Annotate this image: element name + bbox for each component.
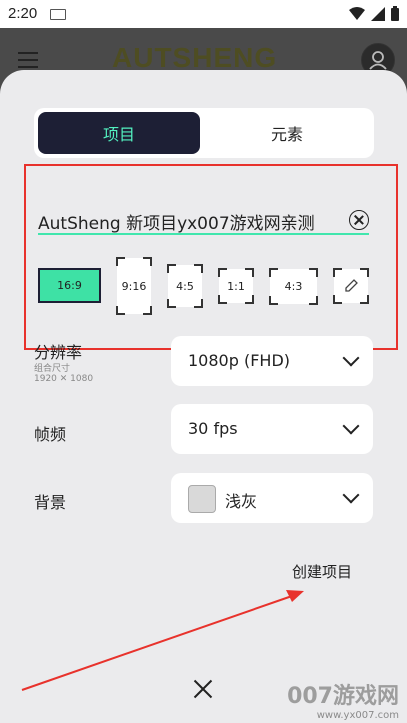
watermark-url: www.yx007.com [316,710,399,721]
close-icon[interactable] [193,679,213,699]
watermark: 007游戏网 www.yx007.com [287,678,399,721]
watermark-main: 007游戏网 [287,684,399,709]
annotation-arrow [21,590,304,691]
